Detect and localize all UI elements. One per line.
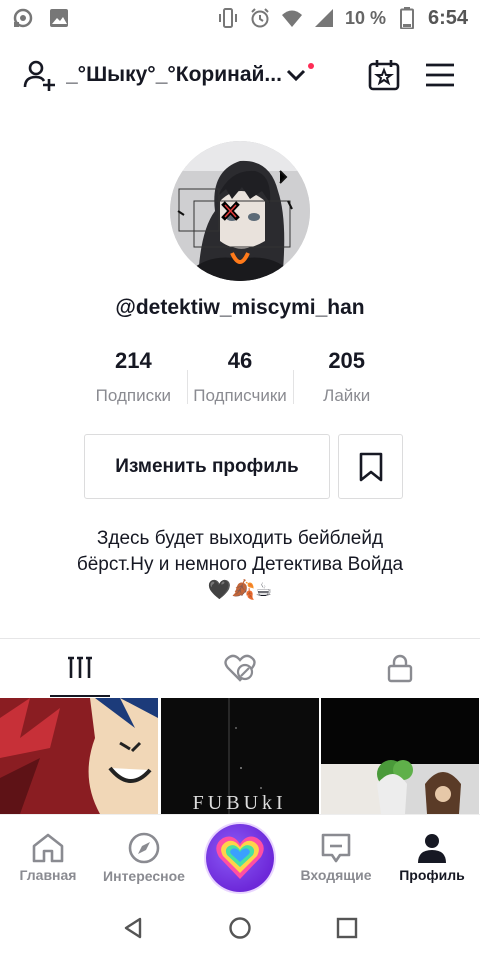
video-thumbnail[interactable] — [0, 698, 159, 814]
nav-inbox[interactable]: Входящие — [288, 832, 384, 883]
profile-actions: Изменить профиль — [84, 434, 403, 499]
favorites-button[interactable] — [338, 434, 403, 499]
video-thumbnail[interactable]: FUBUkI — [160, 698, 320, 814]
tab-videos[interactable] — [0, 639, 160, 697]
notification-dot — [307, 63, 314, 69]
followers-count: 46 — [227, 348, 253, 373]
calendar-star-icon — [368, 60, 400, 91]
clock: 6:54 — [427, 6, 468, 29]
video-thumbnail[interactable] — [321, 698, 480, 814]
video-grid: FUBUkI — [0, 698, 480, 814]
thumbnail-image — [0, 698, 158, 814]
likes-label: Лайки — [323, 386, 371, 405]
chevron-down-icon — [286, 69, 305, 82]
image-icon — [48, 7, 70, 29]
lock-icon — [387, 654, 413, 683]
home-system-button[interactable] — [228, 916, 252, 945]
nav-inbox-label: Входящие — [300, 867, 372, 883]
battery-icon — [396, 7, 418, 29]
followers-label: Подписчики — [193, 386, 287, 405]
avatar-image — [170, 141, 310, 281]
hidden-heart-icon — [224, 654, 256, 682]
videos-grid-icon — [68, 656, 92, 678]
bio-line: бёрст.Ну и немного Детектива Войда — [76, 554, 404, 575]
signal-icon — [313, 7, 335, 29]
following-stat[interactable]: 214 Подписки — [80, 348, 187, 406]
rainbow-heart-icon — [216, 835, 264, 879]
bookmark-icon — [359, 452, 382, 481]
thumbnail-image — [321, 698, 480, 814]
battery-percent: 10 % — [344, 7, 386, 28]
likes-stat[interactable]: 205 Лайки — [293, 348, 400, 406]
bio-line: Здесь будет выходить бейблейд — [96, 528, 384, 549]
inbox-icon — [321, 833, 351, 863]
add-user-icon — [23, 60, 55, 91]
bio-emoji: 🖤🍂☕ — [207, 580, 273, 601]
download-icon — [12, 7, 34, 29]
vibrate-icon — [217, 7, 239, 29]
back-button[interactable] — [121, 916, 145, 945]
add-friend-button[interactable] — [20, 55, 60, 95]
create-button[interactable] — [206, 823, 274, 892]
profile-bio: Здесь будет выходить бейблейд бёрст.Ну и… — [40, 526, 440, 604]
hamburger-menu-icon — [426, 63, 454, 87]
system-navigation — [0, 900, 480, 960]
profile-header: _°Шыку°_°Коринай... — [0, 46, 480, 104]
alarm-icon — [249, 7, 271, 29]
recents-button[interactable] — [335, 916, 359, 945]
wifi-icon — [281, 7, 303, 29]
daily-checkin-button[interactable] — [364, 55, 404, 95]
following-count: 214 — [114, 348, 152, 373]
followers-stat[interactable]: 46 Подписчики — [186, 348, 294, 406]
nav-profile[interactable]: Профиль — [384, 832, 480, 883]
tab-liked[interactable] — [160, 639, 320, 697]
nav-profile-label: Профиль — [399, 867, 465, 883]
status-bar: 10 % 6:54 — [0, 0, 480, 36]
profile-icon — [418, 834, 446, 863]
back-triangle-icon — [125, 917, 142, 938]
likes-count: 205 — [328, 348, 366, 373]
following-label: Подписки — [95, 386, 172, 405]
nav-home[interactable]: Главная — [0, 832, 96, 883]
tab-private[interactable] — [320, 639, 480, 697]
recents-square-icon — [336, 917, 357, 938]
home-icon — [32, 833, 64, 863]
edit-profile-button[interactable]: Изменить профиль — [84, 434, 330, 499]
menu-button[interactable] — [420, 55, 460, 95]
home-circle-icon — [229, 916, 251, 939]
nav-discover-label: Интересное — [103, 868, 185, 884]
profile-username: @detektiw_miscymi_han — [115, 296, 365, 319]
profile-avatar[interactable] — [170, 141, 310, 281]
bottom-navigation: Главная Интересное Входящие Профиль — [0, 814, 480, 900]
nav-create[interactable] — [192, 823, 288, 892]
profile-stats: 214 Подписки 46 Подписчики 205 Лайки — [80, 348, 400, 406]
thumbnail-caption: FUBUkI — [192, 792, 287, 814]
profile-tabs — [0, 639, 480, 697]
account-name[interactable]: _°Шыку°_°Коринай... — [66, 63, 282, 87]
nav-discover[interactable]: Интересное — [96, 831, 192, 884]
nav-home-label: Главная — [19, 867, 77, 883]
account-switch-button[interactable] — [282, 61, 314, 89]
compass-icon — [128, 832, 160, 864]
